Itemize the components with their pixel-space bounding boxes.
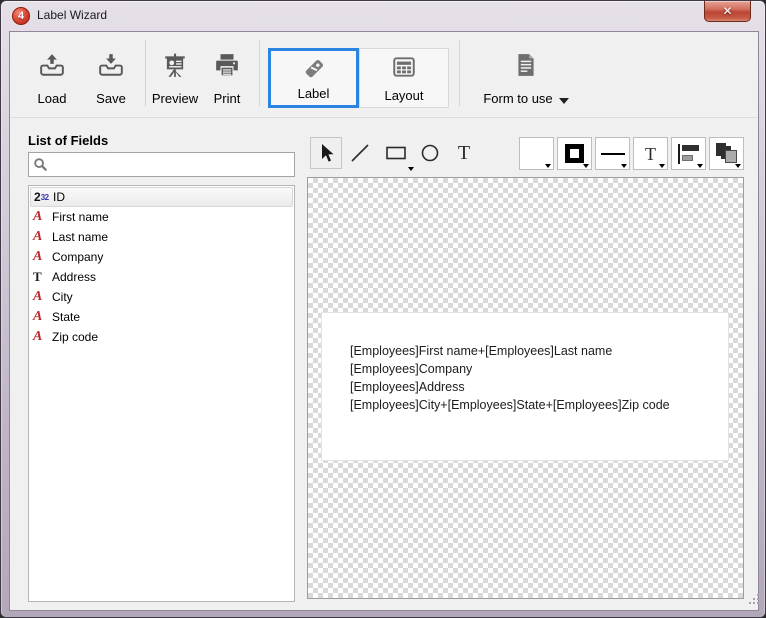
field-name: ID <box>53 190 65 204</box>
border-color-button[interactable] <box>557 137 592 170</box>
titlebar[interactable]: 4 Label Wizard ✕ <box>1 1 765 31</box>
preview-label: Preview <box>152 91 198 106</box>
fields-panel-title: List of Fields <box>28 133 108 148</box>
toolbar-separator <box>259 40 260 106</box>
field-name: Zip code <box>52 330 98 344</box>
load-button[interactable]: Load <box>24 48 80 108</box>
rectangle-tool[interactable] <box>380 137 412 169</box>
field-row-state[interactable]: A State <box>30 307 293 327</box>
dropdown-triangle-icon <box>545 164 551 168</box>
save-label: Save <box>96 91 126 106</box>
close-button[interactable]: ✕ <box>704 1 751 22</box>
alpha-field-icon: A <box>33 309 52 325</box>
field-name: Last name <box>52 230 108 244</box>
tab-label[interactable]: Label <box>268 48 359 108</box>
field-row-company[interactable]: A Company <box>30 247 293 267</box>
dropdown-triangle-icon <box>697 164 703 168</box>
field-row-first-name[interactable]: A First name <box>30 207 293 227</box>
longint-sup-glyph: 32 <box>41 193 49 202</box>
preview-icon <box>162 52 188 78</box>
print-icon <box>214 52 240 78</box>
preview-button[interactable]: Preview <box>146 48 204 108</box>
field-row-id[interactable]: 232 ID <box>30 187 293 207</box>
save-icon <box>98 52 124 78</box>
chevron-down-icon <box>559 98 569 104</box>
alpha-field-icon: A <box>33 229 52 245</box>
search-box <box>28 152 295 177</box>
search-input[interactable] <box>48 153 294 176</box>
dialog-content: Load Save <box>9 31 759 611</box>
text-tool-icon: T <box>458 143 470 163</box>
field-row-city[interactable]: A City <box>30 287 293 307</box>
ellipse-tool[interactable] <box>414 137 446 169</box>
layers-icon <box>716 143 738 165</box>
save-button[interactable]: Save <box>83 48 139 108</box>
alpha-field-icon: A <box>33 249 52 265</box>
arrange-layers-button[interactable] <box>709 137 744 170</box>
print-button[interactable]: Print <box>202 48 252 108</box>
alignment-button[interactable] <box>671 137 706 170</box>
text-tool[interactable]: T <box>448 137 480 169</box>
4d-app-icon: 4 <box>12 7 30 25</box>
label-line[interactable]: [Employees]First name+[Employees]Last na… <box>350 342 728 360</box>
form-document-icon <box>513 52 539 78</box>
tag-icon <box>301 56 327 82</box>
ellipse-icon <box>419 142 441 164</box>
dropdown-triangle-icon <box>621 164 627 168</box>
form-to-use-label: Form to use <box>483 91 568 106</box>
label-line[interactable]: [Employees]City+[Employees]State+[Employ… <box>350 396 728 414</box>
tab-label-text: Label <box>298 86 330 101</box>
load-label: Load <box>38 91 67 106</box>
alpha-field-icon: A <box>33 329 52 345</box>
longint-base-glyph: 2 <box>34 190 41 204</box>
print-label: Print <box>214 91 241 106</box>
label-preview-box[interactable]: [Employees]First name+[Employees]Last na… <box>322 313 728 460</box>
dropdown-triangle-icon <box>583 164 589 168</box>
label-line[interactable]: [Employees]Company <box>350 360 728 378</box>
label-design-canvas[interactable]: [Employees]First name+[Employees]Last na… <box>307 177 744 599</box>
line-icon <box>349 142 371 164</box>
text-field-icon: T <box>33 269 52 285</box>
field-name: City <box>52 290 73 304</box>
border-swatch-icon <box>565 144 584 163</box>
line-tool[interactable] <box>344 137 376 169</box>
cursor-arrow-icon <box>317 143 335 163</box>
toolbar-separator <box>459 40 460 106</box>
close-icon: ✕ <box>722 5 732 17</box>
fill-color-button[interactable] <box>519 137 554 170</box>
resize-grip[interactable] <box>749 594 761 606</box>
field-name: State <box>52 310 80 324</box>
field-name: First name <box>52 210 109 224</box>
load-icon <box>39 52 65 78</box>
label-wizard-window: 4 Label Wizard ✕ Load Save <box>0 0 766 618</box>
field-list[interactable]: 232 ID A First name A Last name A Compan… <box>28 185 295 602</box>
text-style-button[interactable]: T <box>633 137 668 170</box>
layout-grid-icon <box>391 54 417 80</box>
field-row-address[interactable]: T Address <box>30 267 293 287</box>
rectangle-icon <box>384 142 408 164</box>
dropdown-triangle-icon <box>659 164 665 168</box>
field-row-last-name[interactable]: A Last name <box>30 227 293 247</box>
align-left-icon <box>678 145 700 163</box>
search-icon <box>33 157 48 172</box>
app-icon-glyph: 4 <box>18 10 24 22</box>
select-arrow-tool[interactable] <box>310 137 342 169</box>
text-style-icon: T <box>645 145 656 163</box>
line-width-icon <box>601 153 625 155</box>
field-row-zip-code[interactable]: A Zip code <box>30 327 293 347</box>
line-width-button[interactable] <box>595 137 630 170</box>
field-name: Company <box>52 250 103 264</box>
label-line[interactable]: [Employees]Address <box>350 378 728 396</box>
form-to-use-button[interactable]: Form to use <box>470 48 582 108</box>
dropdown-triangle-icon <box>735 164 741 168</box>
window-title: Label Wizard <box>37 8 107 22</box>
field-name: Address <box>52 270 96 284</box>
tab-layout-text: Layout <box>384 88 423 103</box>
form-to-use-text: Form to use <box>483 91 552 106</box>
main-toolbar: Load Save <box>10 32 758 118</box>
integer-32-field-icon: 232 <box>34 190 53 204</box>
alpha-field-icon: A <box>33 209 52 225</box>
alpha-field-icon: A <box>33 289 52 305</box>
tab-layout[interactable]: Layout <box>359 48 449 108</box>
